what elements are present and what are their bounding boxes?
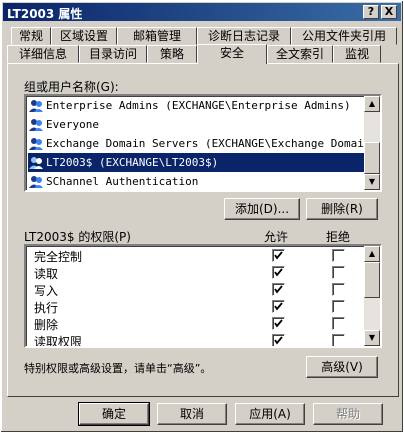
list-item[interactable]: Everyone [28, 115, 364, 134]
tab-policies[interactable]: 策略 [147, 45, 197, 63]
tab-public-folder-referrals[interactable]: 公用文件夹引用 [291, 27, 397, 45]
checkmark-icon [274, 336, 283, 345]
window-title: LT2003 属性 [7, 7, 83, 21]
list-item-label: Enterprise Admins (EXCHANGE\Enterprise A… [46, 99, 351, 112]
perm-name: 执行 [34, 301, 59, 315]
scroll-down-arrow-icon[interactable]: ▼ [364, 330, 380, 346]
perm-name: 读取 [34, 267, 59, 281]
scroll-up-arrow-icon[interactable]: ▲ [364, 246, 380, 262]
checkmark-icon [274, 251, 283, 260]
deny-checkbox[interactable] [332, 249, 345, 262]
allow-checkbox[interactable] [272, 249, 285, 262]
deny-checkbox[interactable] [332, 334, 345, 346]
perm-name: 读取权限 [34, 335, 83, 348]
deny-column-header: 拒绝 [326, 230, 351, 244]
help-button[interactable]: 帮助 [313, 403, 383, 425]
allow-checkbox[interactable] [272, 283, 285, 296]
advanced-button[interactable]: 高级(V) [306, 356, 378, 378]
close-caption-button[interactable]: X [381, 5, 397, 19]
tab-directory-access[interactable]: 目录访问 [79, 45, 147, 63]
group-user-list[interactable]: Enterprise Admins (EXCHANGE\Enterprise A… [24, 94, 382, 192]
remove-button[interactable]: 删除(R) [306, 198, 378, 220]
tab-locale[interactable]: 区域设置 [51, 27, 117, 45]
tab-details[interactable]: 详细信息 [7, 45, 79, 63]
list-item[interactable]: Enterprise Admins (EXCHANGE\Enterprise A… [28, 96, 364, 115]
scroll-down-arrow-icon[interactable]: ▼ [364, 174, 380, 190]
user-group-icon [29, 100, 43, 112]
security-panel: 组或用户名称(G): Enterprise Admins (EXCHANGE\E… [7, 63, 399, 397]
allow-column-header: 允许 [264, 230, 289, 244]
permissions-list: 完全控制 读取 写入 执行 删除 读取权限 ▲ ▼ [24, 244, 382, 348]
checkmark-icon [274, 268, 283, 277]
tab-diagnostics-logging[interactable]: 诊断日志记录 [197, 27, 291, 45]
group-list-scrollbar[interactable]: ▲ ▼ [364, 96, 380, 190]
scroll-thumb[interactable] [364, 142, 380, 174]
perm-name: 完全控制 [34, 250, 83, 264]
allow-checkbox[interactable] [272, 300, 285, 313]
scroll-up-arrow-icon[interactable]: ▲ [364, 96, 380, 112]
tab-security[interactable]: 安全 [197, 44, 267, 64]
allow-checkbox[interactable] [272, 266, 285, 279]
deny-checkbox[interactable] [332, 317, 345, 330]
tab-monitoring[interactable]: 监视 [333, 45, 381, 63]
tab-mailbox-management[interactable]: 邮箱管理 [117, 27, 197, 45]
tab-full-text-indexing[interactable]: 全文索引 [267, 45, 333, 63]
list-item-selected[interactable]: LT2003$ (EXCHANGE\LT2003$) [28, 153, 364, 172]
list-item[interactable]: Exchange Domain Servers (EXCHANGE\Exchan… [28, 134, 380, 153]
checkmark-icon [274, 319, 283, 328]
checkmark-icon [274, 285, 283, 294]
list-item-label: Everyone [46, 118, 99, 131]
user-group-icon [29, 138, 43, 150]
list-item[interactable]: SChannel Authentication [28, 172, 364, 190]
list-item-label: Exchange Domain Servers (EXCHANGE\Exchan… [46, 137, 382, 150]
perm-name: 写入 [34, 284, 59, 298]
deny-checkbox[interactable] [332, 300, 345, 313]
apply-button[interactable]: 应用(A) [235, 403, 305, 425]
deny-checkbox[interactable] [332, 266, 345, 279]
ok-button[interactable]: 确定 [78, 402, 150, 426]
checkmark-icon [274, 302, 283, 311]
tab-general[interactable]: 常规 [11, 27, 51, 45]
allow-checkbox[interactable] [272, 334, 285, 346]
add-button[interactable]: 添加(D)... [224, 198, 300, 220]
user-group-icon [29, 119, 43, 131]
properties-window: LT2003 属性 ? X 常规 区域设置 邮箱管理 诊断日志记录 公用文件夹引… [0, 0, 404, 433]
cancel-button[interactable]: 取消 [157, 403, 227, 425]
permissions-scrollbar[interactable]: ▲ ▼ [364, 246, 380, 346]
deny-checkbox[interactable] [332, 283, 345, 296]
perm-name: 删除 [34, 318, 59, 332]
scroll-thumb[interactable] [364, 262, 380, 298]
list-item-label: LT2003$ (EXCHANGE\LT2003$) [46, 156, 219, 169]
allow-checkbox[interactable] [272, 317, 285, 330]
user-group-icon [29, 176, 43, 188]
advanced-hint: 特别权限或高级设置，请单击“高级”。 [24, 362, 212, 375]
list-item-label: SChannel Authentication [46, 175, 199, 188]
title-bar[interactable]: LT2003 属性 ? X [3, 3, 401, 21]
groups-label: 组或用户名称(G): [24, 80, 119, 94]
computer-account-icon [29, 157, 43, 169]
help-caption-button[interactable]: ? [363, 5, 379, 19]
permissions-label: LT2003$ 的权限(P) [24, 230, 131, 244]
